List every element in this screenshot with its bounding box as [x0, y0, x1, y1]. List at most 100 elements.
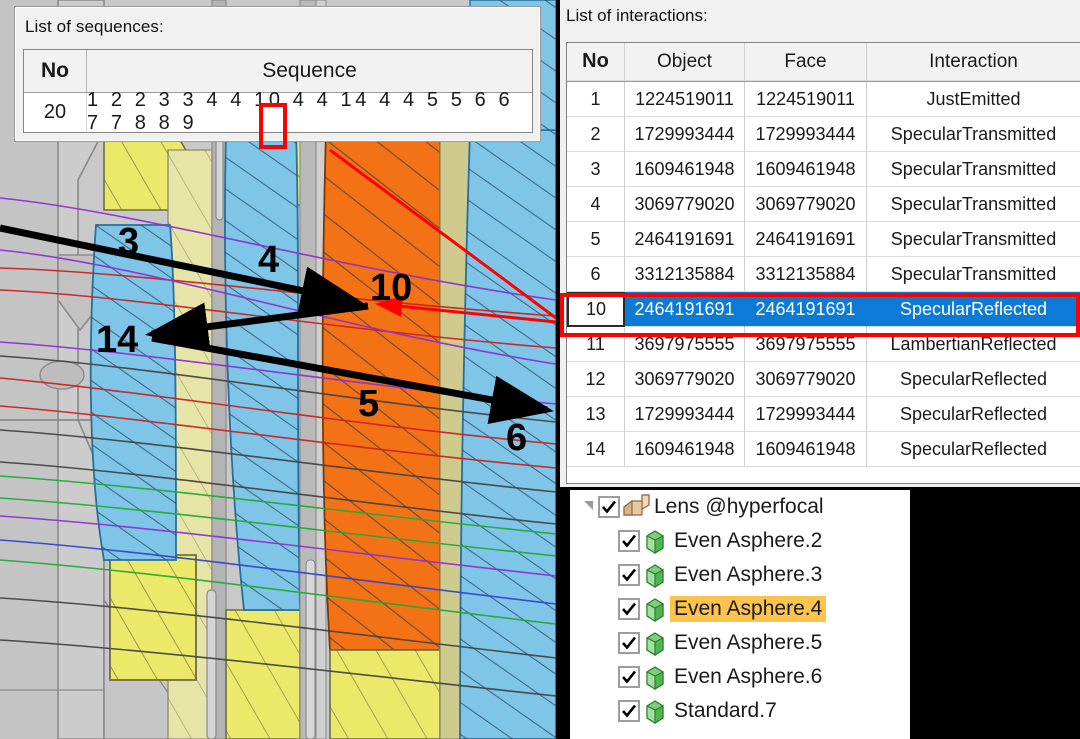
- tree-item[interactable]: Standard.7: [570, 694, 910, 728]
- sequences-panel: List of sequences: No Sequence 20 1 2 2 …: [14, 6, 541, 142]
- body-icon: [640, 630, 670, 656]
- row-no: 10: [567, 292, 625, 327]
- row-face: 1729993444: [745, 397, 867, 432]
- row-interaction: SpecularTransmitted: [867, 117, 1080, 152]
- row-object: 1729993444: [625, 117, 745, 152]
- table-row[interactable]: 11 3697975555 3697975555 LambertianRefle…: [567, 327, 1080, 362]
- table-row[interactable]: 4 3069779020 3069779020 SpecularTransmit…: [567, 187, 1080, 222]
- row-interaction: SpecularReflected: [867, 292, 1080, 327]
- row-face: 1224519011: [745, 82, 867, 117]
- row-no: 4: [567, 187, 625, 222]
- row-object: 1224519011: [625, 82, 745, 117]
- row-interaction: LambertianReflected: [867, 327, 1080, 362]
- row-face: 1609461948: [745, 432, 867, 467]
- body-icon: [640, 698, 670, 724]
- row-object: 1729993444: [625, 397, 745, 432]
- table-row[interactable]: 13 1729993444 1729993444 SpecularReflect…: [567, 397, 1080, 432]
- row-no: 3: [567, 152, 625, 187]
- row-face: 1729993444: [745, 117, 867, 152]
- row-face: 3697975555: [745, 327, 867, 362]
- row-object: 1609461948: [625, 152, 745, 187]
- table-row[interactable]: 14 1609461948 1609461948 SpecularReflect…: [567, 432, 1080, 467]
- row-face: 3312135884: [745, 257, 867, 292]
- row-object: 1609461948: [625, 432, 745, 467]
- body-icon: [640, 562, 670, 588]
- tree-item-root[interactable]: Lens @hyperfocal: [570, 490, 910, 524]
- tree-item[interactable]: Even Asphere.2: [570, 524, 910, 558]
- tree-item[interactable]: Even Asphere.5: [570, 626, 910, 660]
- sequences-table[interactable]: No Sequence 20 1 2 2 3 3 4 4 10 4 4 14 4…: [23, 49, 533, 133]
- sequences-col-no: No: [24, 50, 87, 92]
- expand-collapse-triangle-icon[interactable]: [578, 503, 598, 512]
- tree-item[interactable]: Even Asphere.6: [570, 660, 910, 694]
- interactions-panel-title: List of interactions:: [566, 6, 708, 26]
- row-no: 2: [567, 117, 625, 152]
- row-no: 6: [567, 257, 625, 292]
- screenshot-root: 3 4 10 14 5 6 List of sequences: No Sequ…: [0, 0, 1080, 739]
- table-row[interactable]: 5 2464191691 2464191691 SpecularTransmit…: [567, 222, 1080, 257]
- tree-item-label: Standard.7: [670, 698, 781, 724]
- sequences-table-row[interactable]: 20 1 2 2 3 3 4 4 10 4 4 14 4 4 5 5 6 6 7…: [24, 93, 532, 131]
- assembly-icon: [620, 493, 650, 521]
- interactions-table[interactable]: No Object Face Interaction 1 1224519011 …: [566, 42, 1080, 484]
- row-face: 1609461948: [745, 152, 867, 187]
- sequences-table-header: No Sequence: [24, 50, 532, 93]
- optical-layout-viewport[interactable]: 3 4 10 14 5 6 List of sequences: No Sequ…: [0, 0, 556, 739]
- row-object: 2464191691: [625, 292, 745, 327]
- row-interaction: SpecularTransmitted: [867, 152, 1080, 187]
- checkbox-checked-icon[interactable]: [618, 700, 640, 722]
- checkbox-checked-icon[interactable]: [618, 632, 640, 654]
- table-row[interactable]: 12 3069779020 3069779020 SpecularReflect…: [567, 362, 1080, 397]
- svg-text:5: 5: [358, 383, 379, 425]
- row-interaction: JustEmitted: [867, 82, 1080, 117]
- model-tree-panel[interactable]: Lens @hyperfocal Even Asphere.2: [570, 490, 910, 739]
- tree-item-selected[interactable]: Even Asphere.4: [570, 592, 910, 626]
- table-row-selected[interactable]: 10 2464191691 2464191691 SpecularReflect…: [567, 292, 1080, 327]
- sequences-panel-title: List of sequences:: [25, 17, 164, 37]
- interactions-panel: List of interactions: No Object Face Int…: [560, 0, 1080, 487]
- row-object: 3697975555: [625, 327, 745, 362]
- row-face: 2464191691: [745, 222, 867, 257]
- checkbox-checked-icon[interactable]: [618, 530, 640, 552]
- body-icon: [640, 664, 670, 690]
- checkbox-checked-icon[interactable]: [618, 666, 640, 688]
- row-face: 3069779020: [745, 187, 867, 222]
- sequences-col-sequence: Sequence: [87, 50, 532, 92]
- svg-text:3: 3: [118, 221, 139, 263]
- row-no: 14: [567, 432, 625, 467]
- svg-text:6: 6: [506, 417, 527, 459]
- checkbox-checked-icon[interactable]: [618, 564, 640, 586]
- body-icon: [640, 528, 670, 554]
- tree-item[interactable]: Even Asphere.3: [570, 558, 910, 592]
- row-no: 1: [567, 82, 625, 117]
- checkbox-checked-icon[interactable]: [618, 598, 640, 620]
- tree-item-label: Even Asphere.5: [670, 630, 826, 656]
- row-no: 12: [567, 362, 625, 397]
- body-icon: [640, 596, 670, 622]
- row-no: 13: [567, 397, 625, 432]
- tree-item-label: Even Asphere.2: [670, 528, 826, 554]
- svg-text:14: 14: [96, 319, 138, 361]
- tree-item-label: Even Asphere.3: [670, 562, 826, 588]
- row-interaction: SpecularTransmitted: [867, 257, 1080, 292]
- table-row[interactable]: 1 1224519011 1224519011 JustEmitted: [567, 82, 1080, 117]
- table-row[interactable]: 6 3312135884 3312135884 SpecularTransmit…: [567, 257, 1080, 292]
- checkbox-checked-icon[interactable]: [598, 496, 620, 518]
- row-object: 3312135884: [625, 257, 745, 292]
- row-object: 2464191691: [625, 222, 745, 257]
- row-object: 3069779020: [625, 362, 745, 397]
- tree-item-label: Even Asphere.4: [670, 596, 826, 622]
- table-row[interactable]: 2 1729993444 1729993444 SpecularTransmit…: [567, 117, 1080, 152]
- row-no: 5: [567, 222, 625, 257]
- row-interaction: SpecularReflected: [867, 362, 1080, 397]
- table-row[interactable]: 3 1609461948 1609461948 SpecularTransmit…: [567, 152, 1080, 187]
- interactions-col-object: Object: [625, 43, 745, 81]
- sequence-row-no: 20: [24, 93, 87, 131]
- tree-item-label: Lens @hyperfocal: [650, 494, 828, 520]
- tree-item-label: Even Asphere.6: [670, 664, 826, 690]
- row-object: 3069779020: [625, 187, 745, 222]
- row-face: 3069779020: [745, 362, 867, 397]
- interactions-table-header: No Object Face Interaction: [567, 43, 1080, 82]
- interactions-col-interaction: Interaction: [867, 43, 1080, 81]
- sequence-row-value: 1 2 2 3 3 4 4 10 4 4 14 4 4 5 5 6 6 7 7 …: [87, 93, 532, 131]
